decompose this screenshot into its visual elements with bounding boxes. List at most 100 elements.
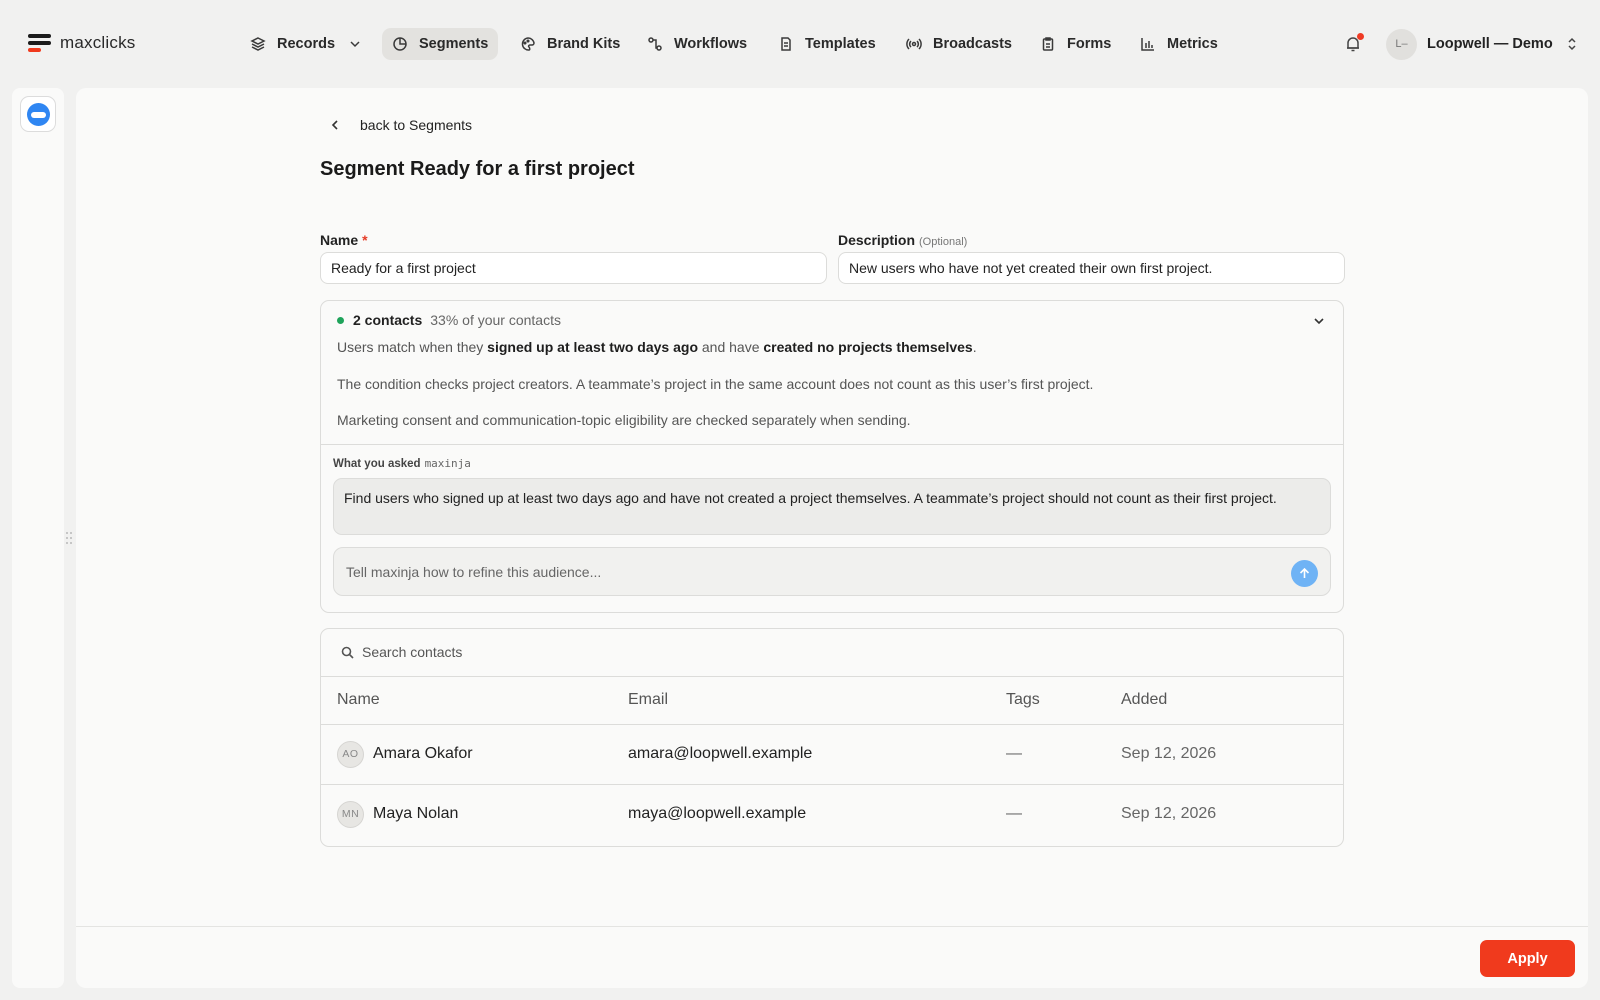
nav-item-segments[interactable]: Segments <box>382 28 499 60</box>
contacts-table: Search contacts Name Email Tags Added AO… <box>320 628 1344 847</box>
chevron-left-icon <box>331 120 338 130</box>
notifications-button[interactable] <box>1344 33 1364 53</box>
back-link[interactable]: back to Segments <box>330 117 472 133</box>
rule-prefix: Users match when they <box>337 339 488 355</box>
back-link-label: back to Segments <box>360 117 473 133</box>
nav-item-records[interactable]: Records <box>240 28 371 60</box>
description-field[interactable]: New users who have not yet created their… <box>838 252 1345 284</box>
avatar: AO <box>337 740 364 768</box>
workflow-icon <box>648 37 662 51</box>
segment-note: The condition checks project creators. A… <box>337 376 1094 392</box>
column-header-added[interactable]: Added <box>1121 691 1167 709</box>
assistant-rail <box>12 88 64 988</box>
rule-mid: and have <box>698 339 764 355</box>
divider <box>321 676 1343 677</box>
divider <box>321 784 1343 785</box>
name-field[interactable]: Ready for a first project <box>320 252 827 284</box>
contact-percent: 33% of your contacts <box>430 312 561 328</box>
bar-chart-icon <box>1141 38 1154 51</box>
contact-count[interactable]: 2 contacts 33% of your contacts <box>337 312 561 328</box>
asked-label-text: What you asked <box>333 458 421 470</box>
palette-icon <box>521 37 535 51</box>
column-header-email[interactable]: Email <box>628 691 668 709</box>
nav-item-label: Forms <box>1067 36 1112 52</box>
nav-item-label: Records <box>277 36 336 52</box>
description-label: Description (Optional) <box>838 232 967 248</box>
name-label-text: Name <box>320 232 359 248</box>
nav-item-label: Brand Kits <box>547 36 621 52</box>
asked-label: What you asked maxinja <box>333 457 471 470</box>
collapse-chevron-icon[interactable] <box>1313 316 1325 326</box>
table-row[interactable]: MN Maya Nolan <box>337 800 458 828</box>
segment-note: Marketing consent and communication-topi… <box>337 412 911 428</box>
notification-badge <box>1357 33 1364 40</box>
nav-item-brand-kits[interactable]: Brand Kits <box>510 28 630 60</box>
assistant-name: maxinja <box>424 457 471 470</box>
contact-name: Amara Okafor <box>373 745 473 762</box>
avatar: MN <box>337 800 364 828</box>
arrow-up-icon <box>1299 568 1310 578</box>
segment-rule: Users match when they signed up at least… <box>337 339 977 355</box>
chevron-down-icon <box>350 41 360 48</box>
table-row[interactable]: AO Amara Okafor <box>337 740 473 768</box>
contact-email: maya@loopwell.example <box>628 805 807 822</box>
rule-end: . <box>972 339 977 355</box>
page-title: Segment Ready for a first project <box>320 158 635 180</box>
ninja-icon <box>26 102 50 126</box>
column-header-name[interactable]: Name <box>337 691 380 709</box>
main-panel: back to Segments Segment Ready for a fir… <box>76 88 1588 988</box>
name-label: Name * <box>320 232 368 248</box>
search-contacts-input[interactable]: Search contacts <box>341 644 462 660</box>
nav-item-forms[interactable]: Forms <box>1030 28 1121 60</box>
account-name: Loopwell — Demo <box>1427 36 1553 52</box>
contact-added: Sep 12, 2026 <box>1121 805 1217 822</box>
contact-email: amara@loopwell.example <box>628 745 813 762</box>
contact-tags: — <box>1006 805 1022 822</box>
contact-added: Sep 12, 2026 <box>1121 745 1217 762</box>
status-dot <box>337 316 344 324</box>
contact-tags: — <box>1006 745 1022 762</box>
description-label-text: Description <box>838 232 916 248</box>
divider <box>321 724 1343 725</box>
refine-input[interactable]: Tell maxinja how to refine this audience… <box>333 547 1331 596</box>
chevron-up-down-icon <box>1568 37 1576 51</box>
top-navigation-bar: maxclicks Records Segments Brand Kits Wo… <box>0 0 1600 88</box>
segment-summary-card: 2 contacts 33% of your contacts Users ma… <box>320 300 1344 613</box>
contact-name: Maya Nolan <box>373 805 459 822</box>
rule-condition-projects: created no projects themselves <box>763 339 973 355</box>
nav-item-label: Segments <box>419 36 489 52</box>
divider <box>321 444 1343 445</box>
prompt-bubble: Find users who signed up at least two da… <box>333 478 1331 535</box>
nav-item-templates[interactable]: Templates <box>768 28 886 60</box>
apply-button[interactable]: Apply <box>1480 940 1575 977</box>
nav-item-metrics[interactable]: Metrics <box>1130 28 1228 60</box>
optional-marker: (Optional) <box>919 236 968 248</box>
broadcast-icon <box>906 38 922 50</box>
required-marker: * <box>362 232 368 248</box>
column-header-tags[interactable]: Tags <box>1006 691 1040 709</box>
search-placeholder: Search contacts <box>362 644 463 660</box>
clipboard-icon <box>1042 37 1054 51</box>
nav-item-label: Broadcasts <box>933 36 1012 52</box>
nav-item-label: Templates <box>805 36 876 52</box>
assistant-button[interactable] <box>20 96 56 132</box>
send-button[interactable] <box>1291 560 1318 587</box>
nav-item-workflows[interactable]: Workflows <box>637 28 757 60</box>
app-name: maxclicks <box>60 33 136 52</box>
app-logo[interactable]: maxclicks <box>28 33 135 53</box>
pie-icon <box>393 37 407 51</box>
nav-item-label: Workflows <box>674 36 748 52</box>
nav-item-label: Metrics <box>1167 36 1218 52</box>
account-switcher[interactable]: L– Loopwell — Demo <box>1386 28 1578 60</box>
search-icon <box>341 646 354 659</box>
nav-item-broadcasts[interactable]: Broadcasts <box>896 28 1022 60</box>
layers-icon <box>250 37 266 51</box>
resize-handle[interactable] <box>66 532 74 544</box>
refine-placeholder: Tell maxinja how to refine this audience… <box>346 563 602 580</box>
avatar: L– <box>1386 28 1417 60</box>
footer-divider <box>76 926 1588 927</box>
contact-count-value: 2 contacts <box>353 312 423 328</box>
rule-condition-signup: signed up at least two days ago <box>487 339 698 355</box>
logo-mark-icon <box>28 33 51 53</box>
document-icon <box>781 37 791 51</box>
